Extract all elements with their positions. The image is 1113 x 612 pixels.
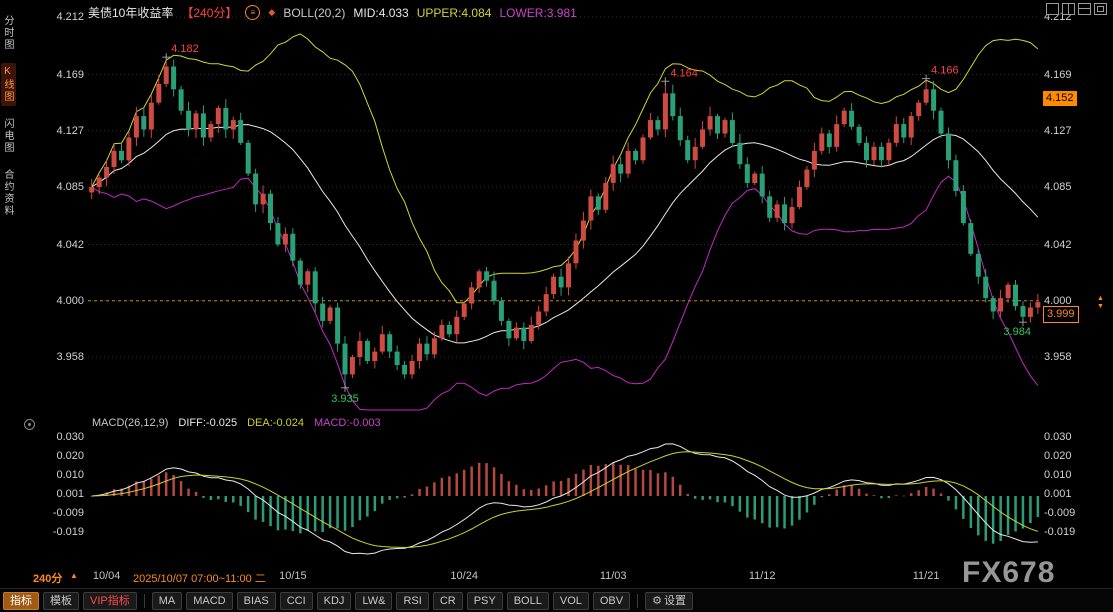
chart-canvas[interactable]: 4.182 3.935 4.164 4.166 3.984 <box>0 0 1113 612</box>
settings-label: 设置 <box>664 595 686 607</box>
sidebar-item-kline[interactable]: K线图 <box>1 63 16 106</box>
macd-axis-label-right: 0.001 <box>1044 488 1072 500</box>
price-axis-label-left: 4.212 <box>48 11 84 23</box>
macd-axis-label-left: 0.020 <box>46 450 84 462</box>
price-axis-label-left: 4.042 <box>48 239 84 251</box>
toolbar-tab-vip-indicators[interactable]: VIP指标 <box>83 592 137 610</box>
annotations-layer: 4.182 3.935 4.164 4.166 3.984 <box>162 43 1031 405</box>
macd-axis-label-left: 0.001 <box>46 488 84 500</box>
toolbar-btn-psy[interactable]: PSY <box>467 592 503 610</box>
toolbar-btn-ma[interactable]: MA <box>152 592 183 610</box>
bollinger-bands-layer <box>92 34 1038 410</box>
settings-gear-icon: ⚙ <box>652 595 662 607</box>
price-axis-label-left: 4.085 <box>48 181 84 193</box>
macd-axis-label-right: -0.019 <box>1044 526 1075 538</box>
toolbar-tab-templates[interactable]: 模板 <box>43 592 79 610</box>
macd-dea-value: DEA:-0.024 <box>247 417 304 429</box>
toolbar-btn-obv[interactable]: OBV <box>593 592 630 610</box>
macd-histogram-layer <box>91 463 1040 544</box>
macd-axis-label-left: 0.030 <box>46 431 84 443</box>
macd-macd-value: MACD:-0.003 <box>314 417 381 429</box>
high-price-annotation: 4.164 <box>670 67 698 79</box>
axis-scale-down-icon[interactable]: ▼ <box>1097 303 1104 310</box>
timeframe-label[interactable]: 240分 <box>33 570 62 586</box>
maximize-icon[interactable] <box>1094 3 1107 15</box>
settings-button[interactable]: ⚙设置 <box>645 592 693 610</box>
sidebar-item-time-chart[interactable]: 分时图 <box>1 12 16 54</box>
price-axis-label-right: 4.042 <box>1044 239 1072 251</box>
macd-diff-value: DIFF:-0.025 <box>178 417 237 429</box>
boll-lower-line <box>92 176 1038 410</box>
candles-layer <box>89 57 1040 388</box>
toolbar-btn-cr[interactable]: CR <box>433 592 463 610</box>
macd-panel-icon[interactable] <box>24 419 35 430</box>
boll-mid-line <box>92 125 1038 343</box>
price-axis-label-left: 3.958 <box>48 351 84 363</box>
macd-header: MACD(26,12,9) DIFF:-0.025 DEA:-0.024 MAC… <box>92 417 381 429</box>
chart-header: 美债10年收益率 【240分】 ≡ ◆ BOLL(20,2) MID:4.033… <box>88 4 577 21</box>
toolbar-btn-bias[interactable]: BIAS <box>237 592 276 610</box>
chart-type-sidebar: 分时图 K线图 闪电图 合约资料 <box>1 12 16 220</box>
macd-label: MACD(26,12,9) <box>92 417 168 429</box>
toolbar-btn-boll[interactable]: BOLL <box>507 592 549 610</box>
toolbar-tab-indicators[interactable]: 指标 <box>3 592 39 610</box>
toolbar-btn-lwr[interactable]: LW& <box>355 592 392 610</box>
price-axis-label-left: 4.127 <box>48 125 84 137</box>
pane-single-icon[interactable] <box>1046 3 1059 15</box>
macd-axis-label-left: -0.019 <box>46 526 84 538</box>
marker-icon: ◆ <box>268 7 275 18</box>
last-price-badge: 3.999 <box>1043 306 1079 323</box>
toolbar-btn-cci[interactable]: CCI <box>280 592 313 610</box>
toolbar-btn-rsi[interactable]: RSI <box>396 592 428 610</box>
low-price-annotation: 3.984 <box>1003 326 1031 338</box>
indicator-toolbar: 指标 模板 VIP指标 MA MACD BIAS CCI KDJ LW& RSI… <box>0 588 1113 612</box>
period-tag: 【240分】 <box>181 4 237 21</box>
toolbar-btn-macd[interactable]: MACD <box>186 592 232 610</box>
price-axis-label-right: 4.169 <box>1044 69 1072 81</box>
macd-axis-label-left: -0.009 <box>46 507 84 519</box>
price-axis-label-right: 4.127 <box>1044 125 1072 137</box>
crosshair-price-badge: 4.152 <box>1043 91 1077 106</box>
boll-label: BOLL(20,2) <box>283 6 345 20</box>
selected-bar-info: 2025/10/07 07:00~11:00 二 <box>130 570 269 586</box>
window-controls <box>1046 3 1107 15</box>
toolbar-btn-vol[interactable]: VOL <box>553 592 589 610</box>
price-axis-label-right: 3.958 <box>1044 351 1072 363</box>
high-price-annotation: 4.182 <box>171 43 199 55</box>
time-axis-row: 240分 ▲ 2025/10/07 07:00~11:00 二 <box>0 568 1113 586</box>
toolbar-divider <box>637 594 638 608</box>
toolbar-btn-kdj[interactable]: KDJ <box>317 592 352 610</box>
price-axis-label-left: 4.000 <box>48 295 84 307</box>
macd-axis-label-left: 0.010 <box>46 469 84 481</box>
toolbar-divider <box>144 594 145 608</box>
macd-axis-label-right: 0.010 <box>1044 469 1072 481</box>
price-axis-label-right: 4.000 <box>1044 295 1072 307</box>
boll-upper-value: UPPER:4.084 <box>417 6 492 20</box>
sidebar-item-lightning-chart[interactable]: 闪电图 <box>1 115 16 157</box>
price-axis-label-left: 4.169 <box>48 69 84 81</box>
high-price-annotation: 4.166 <box>931 65 959 77</box>
axis-scale-up-icon[interactable]: ▲ <box>1097 295 1104 302</box>
pane-split-vertical-icon[interactable] <box>1062 3 1075 15</box>
macd-axis-label-right: 0.030 <box>1044 431 1072 443</box>
timeframe-up-icon: ▲ <box>70 571 78 580</box>
boll-mid-value: MID:4.033 <box>353 6 408 20</box>
boll-lower-value: LOWER:3.981 <box>499 6 576 20</box>
pane-split-horizontal-icon[interactable] <box>1078 3 1091 15</box>
macd-axis-label-right: 0.020 <box>1044 450 1072 462</box>
instrument-title: 美债10年收益率 <box>88 4 173 21</box>
indicator-menu-icon[interactable]: ≡ <box>245 5 260 20</box>
price-axis-label-right: 4.085 <box>1044 181 1072 193</box>
low-price-annotation: 3.935 <box>331 393 359 405</box>
sidebar-item-contract-info[interactable]: 合约资料 <box>1 166 16 220</box>
macd-axis-label-right: -0.009 <box>1044 507 1075 519</box>
